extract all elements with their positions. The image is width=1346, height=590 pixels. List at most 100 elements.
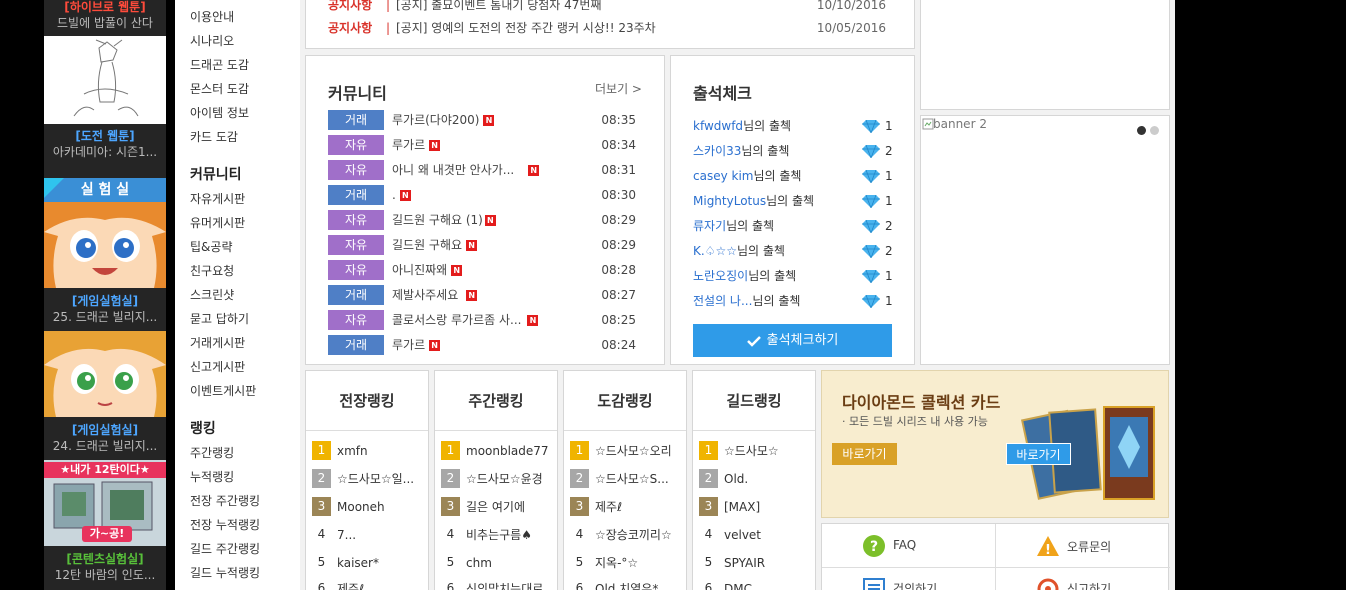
attendance-row[interactable]: MightyLotus님의 출첵 1 (671, 191, 914, 211)
post-row[interactable]: 자유 아니 왜 내겻만 안사가... N 08:31 (306, 160, 664, 180)
promo-hibro-webtoon[interactable]: [하이브로 웹툰] 드빌에 밥풀이 산다 (44, 0, 166, 31)
attendance-nickname[interactable]: K.♤☆☆ (693, 244, 737, 258)
ranking-row[interactable]: 5 SPYAIR (693, 553, 815, 573)
ranking-row[interactable]: 5 지옥-°☆ (564, 553, 686, 573)
community-more-link[interactable]: 더보기 > (595, 80, 642, 97)
attendance-check-button[interactable]: 출석체크하기 (693, 324, 892, 357)
diamond-card-promo[interactable]: 다이아몬드 콜렉션 카드 · 모든 드빌 시리즈 내 사용 가능 바로가기 바로… (821, 370, 1169, 518)
nav-item[interactable]: 주간랭킹 (190, 444, 234, 461)
report-link[interactable]: 신고하기 (996, 568, 1169, 590)
ranking-row[interactable]: 3 [MAX] (693, 497, 815, 517)
promo-content-lab[interactable]: [콘텐츠실험실] 12탄 바람의 인도... (44, 552, 166, 583)
ranking-row[interactable]: 2 ☆드사모☆S... (564, 469, 686, 489)
attendance-row[interactable]: 류자기님의 출첵 2 (671, 216, 914, 236)
ranking-row[interactable]: 4 7... (306, 525, 428, 545)
ranking-row[interactable]: 6 신의망치는대로 (435, 579, 557, 590)
attendance-row[interactable]: 스카이33님의 출첵 2 (671, 141, 914, 161)
ranking-row[interactable]: 3 Mooneh (306, 497, 428, 517)
ranking-row[interactable]: 3 길은 여기에 (435, 497, 557, 517)
notice-row[interactable]: 공지사항 | [공지] 출묘이벤트 톰내기 당첨자 47번째 10/10/201… (306, 0, 914, 15)
nav-item[interactable]: 유머게시판 (190, 214, 245, 231)
attendance-row[interactable]: K.♤☆☆님의 출첵 2 (671, 241, 914, 261)
post-row[interactable]: 거래 제발사주세요 N 08:27 (306, 285, 664, 305)
ranking-row[interactable]: 6 DMC (693, 579, 815, 590)
error-inquiry-link[interactable]: ! 오류문의 (996, 524, 1169, 567)
post-row[interactable]: 거래 루가르 N 08:24 (306, 335, 664, 355)
nav-item[interactable]: 길드 주간랭킹 (190, 540, 260, 557)
nav-item[interactable]: 아이템 정보 (190, 104, 249, 121)
game-lab-thumbnail-2[interactable] (44, 331, 166, 417)
ranking-row[interactable]: 1 ☆드사모☆ (693, 441, 815, 461)
nav-item[interactable]: 스크린샷 (190, 286, 234, 303)
diamond-go-button[interactable]: 바로가기 (832, 443, 897, 465)
carousel-dot-active[interactable] (1137, 126, 1146, 135)
nav-item[interactable]: 팁&공략 (190, 238, 232, 255)
post-row[interactable]: 자유 콜로서스랑 루가르좀 사... N 08:25 (306, 310, 664, 330)
community-title[interactable]: 커뮤니티 (328, 80, 387, 104)
nav-item[interactable]: 드래곤 도감 (190, 56, 249, 73)
game-lab-thumbnail-1[interactable] (44, 202, 166, 288)
attendance-row[interactable]: casey kim님의 출첵 1 (671, 166, 914, 186)
ranking-row[interactable]: 4 비추는구름♠ (435, 525, 557, 545)
promo-game-lab-25[interactable]: [게임실험실] 25. 드래곤 빌리지... (44, 294, 166, 325)
ranking-row[interactable]: 1 moonblade77 (435, 441, 557, 461)
attendance-row[interactable]: 노란오징이님의 출첵 1 (671, 266, 914, 286)
ranking-title[interactable]: 주간랭킹 (435, 371, 557, 431)
nav-item[interactable]: 전장 주간랭킹 (190, 492, 260, 509)
faq-link[interactable]: ? FAQ (822, 524, 995, 567)
nav-item[interactable]: 카드 도감 (190, 128, 238, 145)
nav-item[interactable]: 신고게시판 (190, 358, 245, 375)
ranking-row[interactable]: 2 Old. (693, 469, 815, 489)
attendance-nickname[interactable]: MightyLotus (693, 194, 766, 208)
ranking-row[interactable]: 1 xmfn (306, 441, 428, 461)
ranking-row[interactable]: 5 chm (435, 553, 557, 573)
attendance-row[interactable]: kfwdwfd님의 출첵 1 (671, 116, 914, 136)
nav-item[interactable]: 거래게시판 (190, 334, 245, 351)
ranking-row[interactable]: 6 제주ℓ (306, 579, 428, 590)
post-row[interactable]: 거래 루가르(다야200) N 08:35 (306, 110, 664, 130)
attendance-nickname[interactable]: 노란오징이 (693, 269, 748, 283)
nav-item[interactable]: 길드 누적랭킹 (190, 564, 260, 581)
attendance-nickname[interactable]: 전설의 나... (693, 294, 752, 308)
content-lab-thumbnail[interactable]: ★내가 12탄이다★ 가~공! (44, 460, 166, 546)
attendance-row[interactable]: 전설의 나...님의 출첵 1 (671, 291, 914, 311)
promo-challenge-webtoon[interactable]: [도전 웹툰] 아카데미아: 시즌1... (44, 129, 166, 160)
top-banner-slot[interactable] (920, 0, 1170, 110)
post-row[interactable]: 거래 .N 08:30 (306, 185, 664, 205)
nav-item[interactable]: 이벤트게시판 (190, 382, 256, 399)
nav-item[interactable]: 묻고 답하기 (190, 310, 249, 327)
attendance-nickname[interactable]: 스카이33 (693, 144, 741, 158)
ranking-row[interactable]: 2 ☆드사모☆일... (306, 469, 428, 489)
attendance-nickname[interactable]: kfwdwfd (693, 119, 743, 133)
nav-item[interactable]: 누적랭킹 (190, 468, 234, 485)
post-row[interactable]: 자유 아니진짜왜 N 08:28 (306, 260, 664, 280)
nav-item[interactable]: 자유게시판 (190, 190, 245, 207)
banner-2[interactable]: banner 2 (920, 115, 1170, 365)
suggest-link[interactable]: 건의하기 (822, 568, 995, 590)
carousel-dot[interactable] (1150, 126, 1159, 135)
nav-heading-ranking[interactable]: 랭킹 (190, 418, 216, 438)
nav-item[interactable]: 친구요청 (190, 262, 234, 279)
post-row[interactable]: 자유 길드원 구해요 N 08:29 (306, 235, 664, 255)
ranking-row[interactable]: 2 ☆드사모☆윤경 (435, 469, 557, 489)
nav-item[interactable]: 몬스터 도감 (190, 80, 249, 97)
webtoon-thumbnail[interactable] (44, 36, 166, 124)
ranking-row[interactable]: 4 ☆장승코끼리☆ (564, 525, 686, 545)
ranking-title[interactable]: 전장랭킹 (306, 371, 428, 431)
post-row[interactable]: 자유 길드원 구해요 (1) N 08:29 (306, 210, 664, 230)
nav-item[interactable]: 이용안내 (190, 8, 234, 25)
ranking-title[interactable]: 길드랭킹 (693, 371, 815, 431)
nav-item[interactable]: 시나리오 (190, 32, 234, 49)
ranking-row[interactable]: 3 제주ℓ (564, 497, 686, 517)
ranking-row[interactable]: 6 Old 치열우* (564, 579, 686, 590)
post-row[interactable]: 자유 루가르 N 08:34 (306, 135, 664, 155)
nav-item[interactable]: 전장 누적랭킹 (190, 516, 260, 533)
attendance-nickname[interactable]: casey kim (693, 169, 753, 183)
attendance-nickname[interactable]: 류자기 (693, 219, 726, 233)
nav-heading-community[interactable]: 커뮤니티 (190, 164, 242, 184)
diamond-go-button-2[interactable]: 바로가기 (1006, 443, 1071, 465)
notice-row[interactable]: 공지사항 | [공지] 영예의 도전의 전장 주간 랭커 시상!! 23주차 1… (306, 18, 914, 38)
ranking-row[interactable]: 5 kaiser* (306, 553, 428, 573)
promo-game-lab-24[interactable]: [게임실험실] 24. 드래곤 빌리지... (44, 423, 166, 454)
ranking-title[interactable]: 도감랭킹 (564, 371, 686, 431)
